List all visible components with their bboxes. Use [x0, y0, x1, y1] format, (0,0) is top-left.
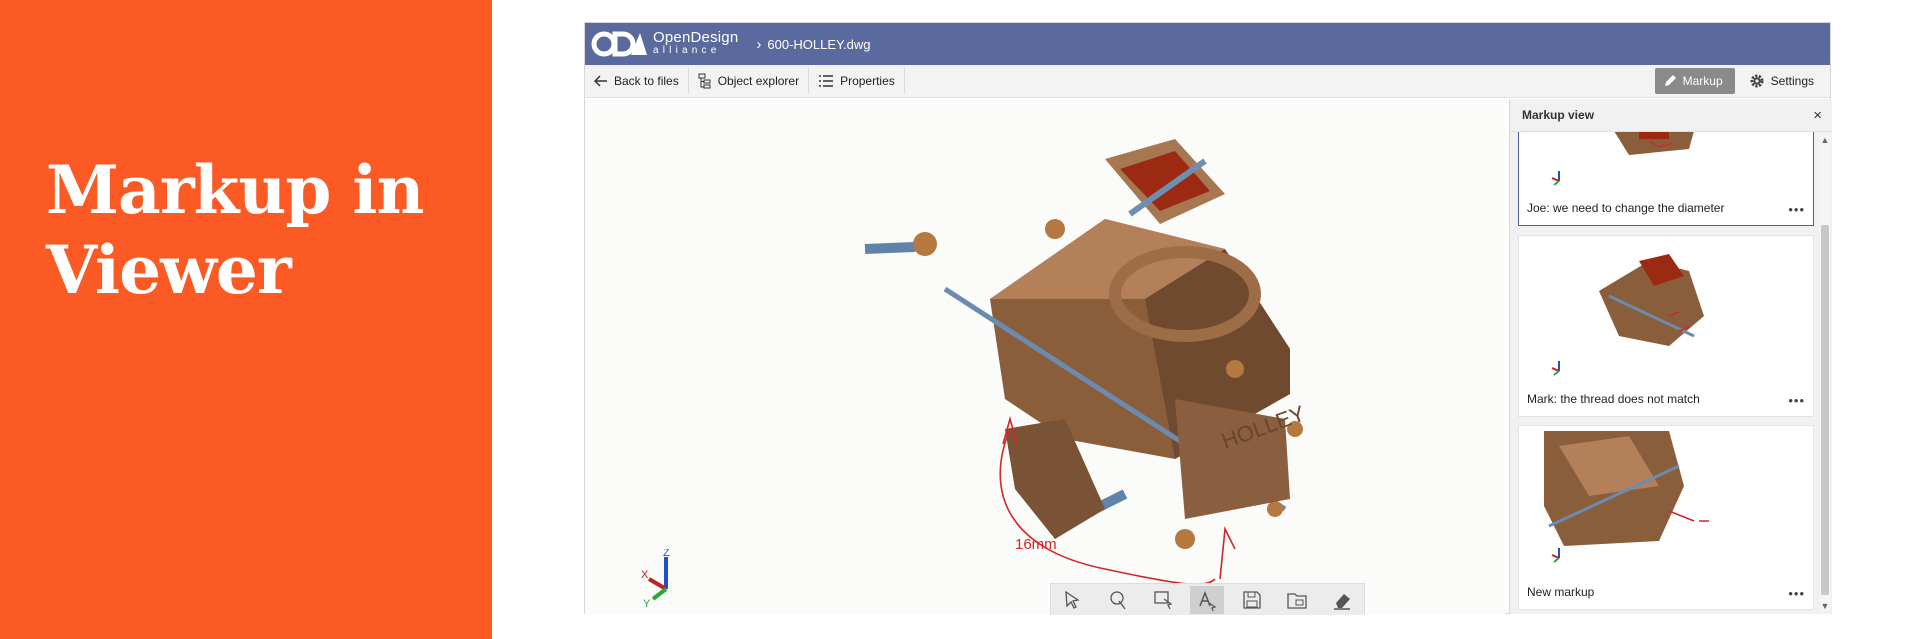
eraser-tool[interactable]: [1325, 586, 1359, 614]
more-options-icon[interactable]: •••: [1788, 202, 1805, 217]
save-icon: [1243, 590, 1261, 609]
list-icon: [819, 75, 834, 87]
save-tool[interactable]: [1235, 586, 1269, 614]
brand-line1: OpenDesign: [653, 29, 739, 46]
rectangle-select-tool[interactable]: [1146, 586, 1180, 614]
markup-item-label: Mark: the thread does not match: [1527, 392, 1700, 406]
pencil-icon: [1664, 75, 1676, 86]
brand-text: OpenDesign alliance: [653, 29, 739, 57]
oda-logo[interactable]: OpenDesign alliance: [591, 23, 738, 65]
markup-item[interactable]: New markup •••: [1518, 425, 1814, 610]
markup-thumbnail: [1551, 132, 1694, 186]
more-options-icon[interactable]: •••: [1788, 393, 1805, 408]
axes-gizmo: Z X Y: [641, 549, 670, 609]
axis-y-label: Y: [643, 598, 651, 609]
markup-panel-header: Markup view ×: [1510, 99, 1832, 132]
title-panel: Markup in Viewer: [0, 0, 492, 639]
markup-button[interactable]: Markup: [1654, 68, 1735, 94]
toolbar-right: Markup Settings: [1654, 68, 1824, 94]
toolbar: Back to files Object explorer Properties…: [585, 65, 1830, 98]
viewer-window: OpenDesign alliance › 600-HOLLEY.dwg Bac…: [584, 22, 1832, 615]
text-tool[interactable]: [1190, 585, 1225, 614]
chevron-right-icon: ›: [756, 35, 762, 53]
markup-list: Joe: we need to change the diameter ••• …: [1514, 132, 1814, 612]
markup-item-label: New markup: [1527, 585, 1595, 599]
scroll-up-icon[interactable]: ▲: [1820, 135, 1830, 145]
app-header: OpenDesign alliance › 600-HOLLEY.dwg: [585, 23, 1830, 65]
oda-logo-mark: [591, 31, 647, 57]
close-icon[interactable]: ×: [1813, 107, 1822, 124]
scroll-thumb[interactable]: [1821, 225, 1829, 595]
object-explorer-label: Object explorer: [717, 74, 800, 88]
markup-annotation-text: 16mm: [1015, 536, 1057, 553]
breadcrumb: › 600-HOLLEY.dwg: [756, 36, 870, 53]
tree-icon: [698, 73, 711, 89]
markup-panel-title: Markup view: [1522, 108, 1595, 122]
settings-button[interactable]: Settings: [1739, 68, 1824, 94]
lasso-icon: [1110, 590, 1126, 609]
markup-scrollbar[interactable]: ▲ ▼: [1820, 135, 1830, 611]
scroll-down-icon[interactable]: ▼: [1820, 601, 1830, 611]
carburetor-model[interactable]: HOLLEY 16mm: [585, 99, 1505, 614]
markup-item[interactable]: Mark: the thread does not match •••: [1518, 235, 1814, 417]
axis-x-label: X: [641, 569, 649, 581]
slide-title: Markup in Viewer: [46, 151, 425, 309]
markup-item[interactable]: Joe: we need to change the diameter •••: [1518, 132, 1814, 226]
markup-item-label: Joe: we need to change the diameter: [1527, 201, 1725, 215]
markup-thumbnail: [1551, 254, 1704, 376]
markup-thumbnail: [1544, 431, 1709, 563]
properties-button[interactable]: Properties: [809, 68, 905, 94]
more-options-icon[interactable]: •••: [1788, 586, 1805, 601]
cursor-icon: [1065, 590, 1081, 609]
object-explorer-button[interactable]: Object explorer: [689, 68, 810, 94]
slide: Markup in Viewer OpenDesign alliance › 6…: [0, 0, 1915, 639]
eraser-icon: [1333, 593, 1350, 610]
back-to-files-button[interactable]: Back to files: [585, 68, 689, 94]
settings-label: Settings: [1770, 74, 1814, 88]
file-name: 600-HOLLEY.dwg: [767, 36, 871, 52]
gear-icon: [1750, 74, 1764, 88]
folder-tool[interactable]: [1280, 586, 1314, 614]
back-to-files-label: Back to files: [614, 74, 679, 88]
select-tool[interactable]: [1056, 586, 1090, 614]
markup-label: Markup: [1682, 74, 1723, 88]
3d-viewport[interactable]: HOLLEY 16mm Z X Y: [585, 99, 1505, 615]
arrow-left-icon: [594, 75, 607, 87]
lasso-tool[interactable]: [1101, 586, 1135, 614]
folder-icon: [1287, 592, 1307, 609]
text-tool-icon: [1199, 590, 1217, 611]
rectangle-select-icon: [1154, 590, 1173, 609]
markup-draw-toolbar: [1050, 583, 1365, 615]
markup-panel: Markup view × Joe: we need to change the…: [1509, 99, 1832, 614]
properties-label: Properties: [840, 74, 895, 88]
axis-z-label: Z: [663, 549, 670, 559]
